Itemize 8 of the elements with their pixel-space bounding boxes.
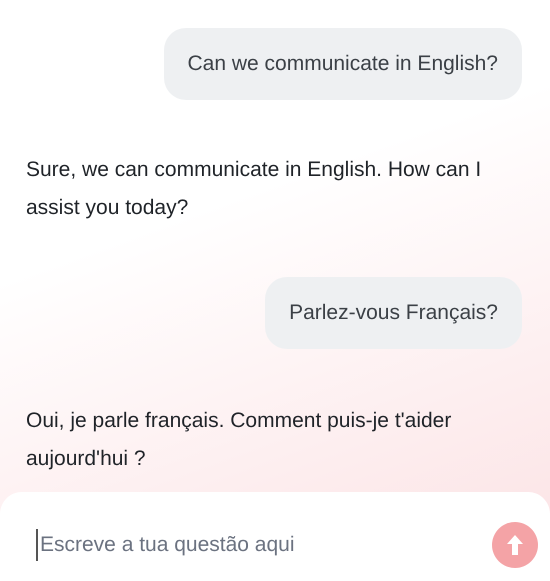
assistant-message: Oui, je parle français. Comment puis-je t'aider aujourd'hui ? [26,408,452,472]
input-field[interactable]: Escreve a tua questão aqui [36,528,480,560]
user-message-bubble: Can we communicate in English? [164,28,522,100]
assistant-message: Sure, we can communicate in English. How can I assist you today? [26,157,482,221]
user-message-bubble: Parlez-vous Français? [265,277,522,349]
send-button[interactable] [492,522,538,568]
arrow-up-icon [506,532,524,556]
message-composer[interactable]: Escreve a tua questão aqui [0,492,550,581]
